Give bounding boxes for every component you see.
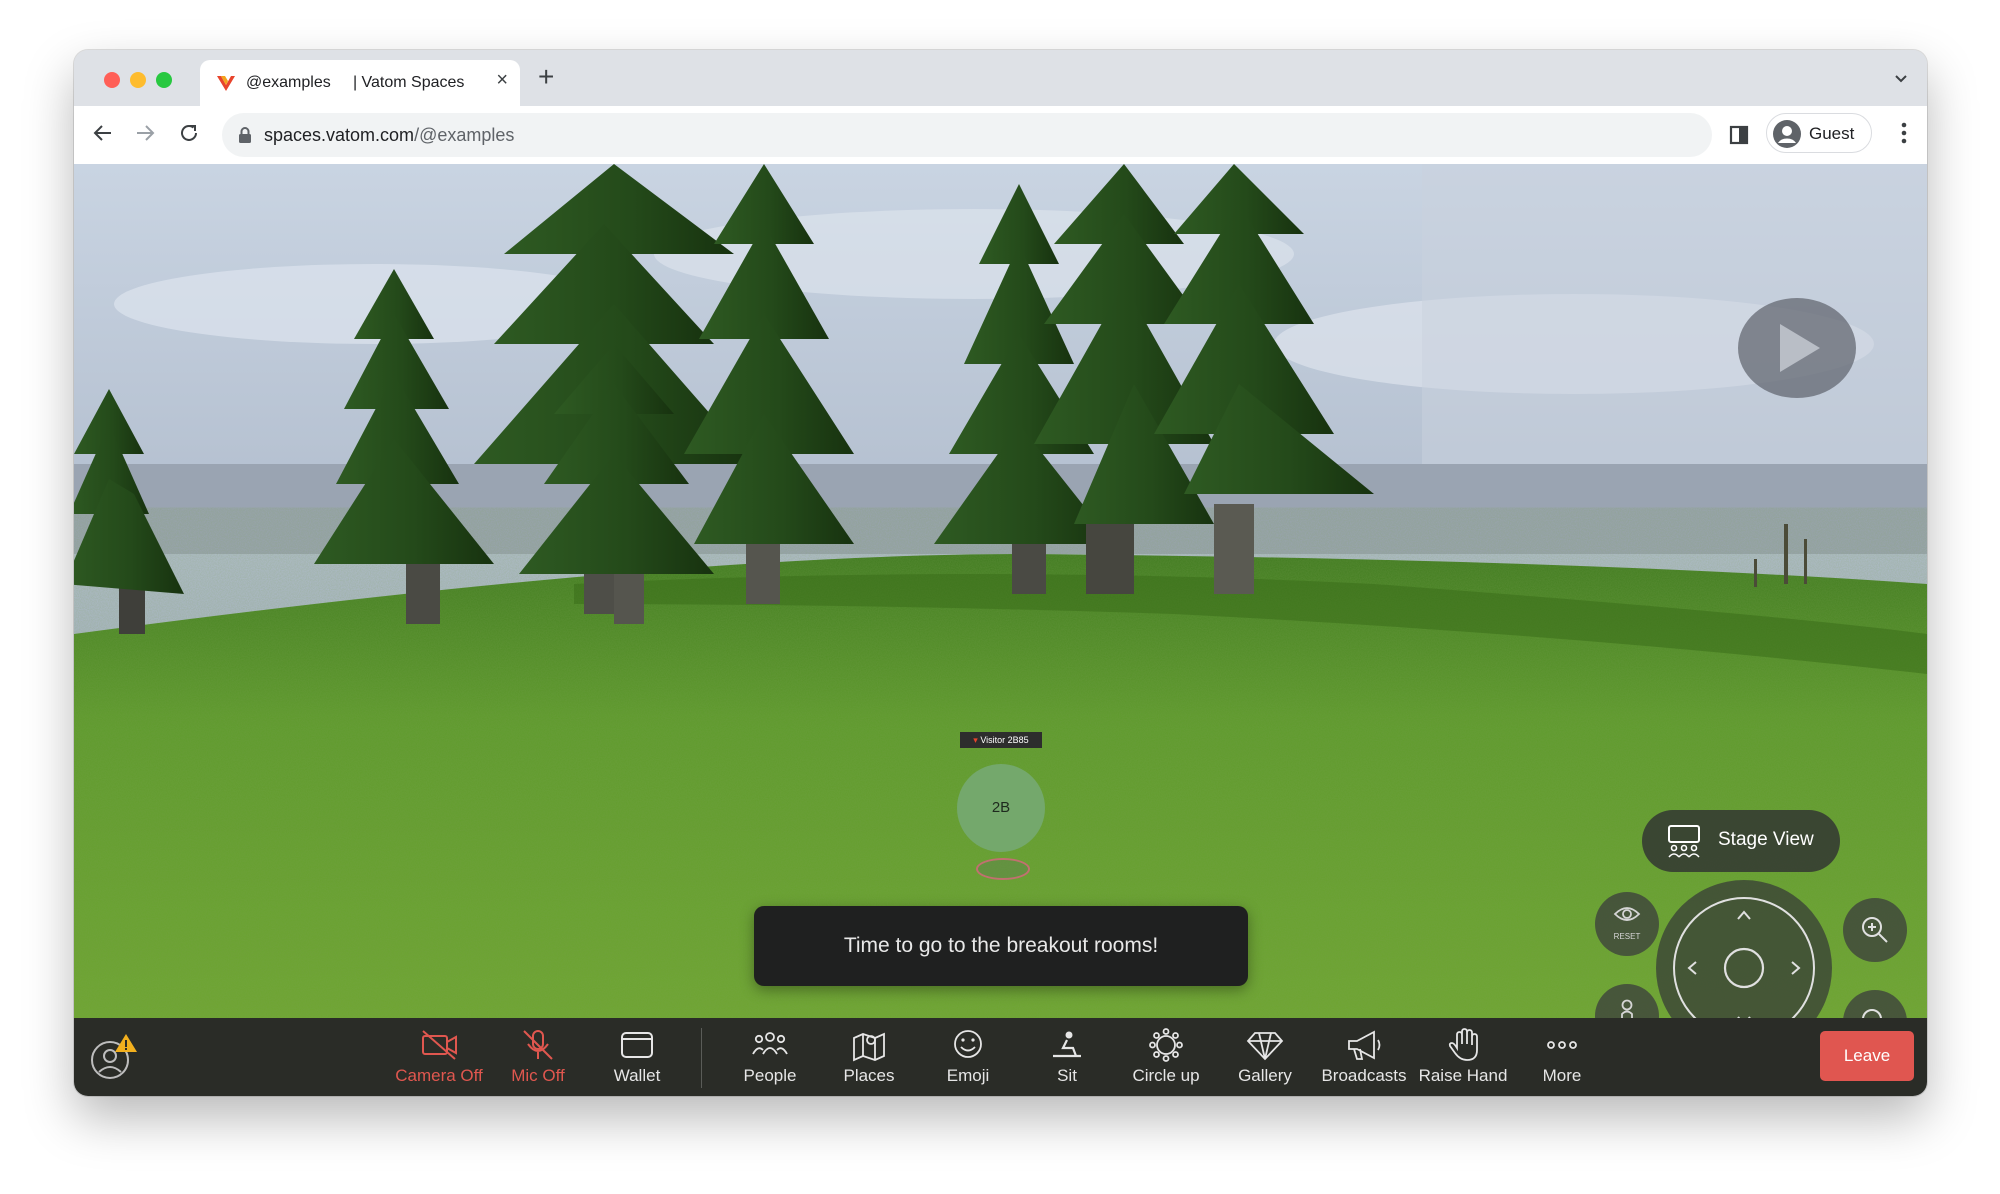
maximize-window-button[interactable] — [156, 72, 172, 88]
lock-icon — [238, 126, 252, 149]
sit-label: Sit — [1057, 1066, 1077, 1085]
emoji-icon — [918, 1028, 1018, 1062]
sit-icon — [1017, 1028, 1117, 1062]
reload-icon[interactable] — [178, 122, 200, 149]
wallet-icon — [587, 1028, 687, 1062]
avatar-position-ring — [976, 858, 1030, 880]
raise-hand-label: Raise Hand — [1418, 1066, 1508, 1085]
mic-off-icon — [488, 1028, 588, 1062]
people-icon — [720, 1028, 820, 1062]
raise-hand-icon — [1413, 1028, 1513, 1062]
play-video-button[interactable] — [1738, 298, 1856, 398]
chevron-down-icon[interactable] — [1893, 70, 1909, 91]
more-label: More — [1542, 1066, 1582, 1085]
chevron-left-icon[interactable] — [1686, 960, 1698, 981]
minimize-window-button[interactable] — [130, 72, 146, 88]
account-warning-icon[interactable] — [90, 1032, 140, 1087]
stage-view-icon — [1666, 824, 1702, 863]
raise-hand-button[interactable]: Raise Hand — [1413, 1028, 1513, 1086]
gallery-label: Gallery — [1238, 1066, 1292, 1085]
eye-reset-icon — [1613, 904, 1641, 931]
new-tab-button[interactable]: + — [538, 63, 554, 91]
browser-toolbar: spaces.vatom.com/@examples Guest — [74, 106, 1927, 165]
places-label: Places — [843, 1066, 895, 1085]
sit-button[interactable]: Sit — [1017, 1028, 1117, 1086]
wallet-label: Wallet — [613, 1066, 661, 1085]
reset-label: RESET — [1613, 932, 1641, 941]
people-button[interactable]: People — [720, 1028, 820, 1086]
mic-off-button[interactable]: Mic Off — [488, 1028, 588, 1086]
tab-strip: @examples | Vatom Spaces × + — [74, 50, 1927, 106]
zoom-in-button[interactable] — [1843, 898, 1907, 962]
tab-vatom-spaces[interactable]: @examples | Vatom Spaces × — [200, 60, 520, 106]
profile-label: Guest — [1809, 124, 1855, 143]
mic-off-label: Mic Off — [511, 1066, 565, 1085]
3d-scene-viewport[interactable]: ▾ Visitor 2B85 2B Time to go to the brea… — [74, 164, 1927, 1018]
bottom-toolbar: Camera Off Mic Off Wallet People Places … — [74, 1018, 1927, 1096]
circle-up-label: Circle up — [1132, 1066, 1200, 1085]
browser-window: @examples | Vatom Spaces × + spaces.vato… — [74, 50, 1927, 1096]
close-tab-icon[interactable]: × — [496, 69, 508, 92]
more-button[interactable]: More — [1512, 1028, 1612, 1086]
profile-avatar-icon — [1773, 120, 1801, 153]
zoom-in-icon — [1860, 915, 1890, 950]
announcement-toast: Time to go to the breakout rooms! — [754, 906, 1248, 986]
camera-off-icon — [389, 1028, 489, 1062]
vatom-favicon-icon — [216, 73, 236, 98]
avatar-nameplate: ▾ Visitor 2B85 — [960, 732, 1042, 748]
camera-off-label: Camera Off — [395, 1066, 483, 1085]
emoji-label: Emoji — [946, 1066, 990, 1085]
zoom-out-icon — [1860, 1007, 1890, 1018]
movement-joystick[interactable] — [1656, 880, 1832, 1018]
camera-off-button[interactable]: Camera Off — [389, 1028, 489, 1086]
side-panel-icon[interactable] — [1728, 124, 1750, 151]
url-text: spaces.vatom.com/@examples — [264, 125, 515, 145]
address-bar[interactable]: spaces.vatom.com/@examples — [222, 113, 1712, 157]
broadcasts-icon — [1314, 1028, 1414, 1062]
emoji-button[interactable]: Emoji — [918, 1028, 1018, 1086]
stage-view-button[interactable]: Stage View — [1642, 810, 1840, 872]
more-icon — [1512, 1028, 1612, 1062]
toolbar-separator — [701, 1028, 702, 1088]
browser-menu-icon[interactable] — [1901, 122, 1907, 149]
person-pin-icon — [1613, 998, 1641, 1018]
back-arrow-icon[interactable] — [92, 122, 114, 149]
gallery-icon — [1215, 1028, 1315, 1062]
leave-button[interactable]: Leave — [1820, 1031, 1914, 1081]
chevron-up-icon[interactable] — [1736, 908, 1752, 926]
forest-scene — [74, 164, 1927, 1018]
wallet-button[interactable]: Wallet — [587, 1028, 687, 1086]
close-window-button[interactable] — [104, 72, 120, 88]
profile-button[interactable]: Guest — [1766, 113, 1872, 153]
broadcasts-label: Broadcasts — [1321, 1066, 1407, 1085]
people-label: People — [743, 1066, 797, 1085]
user-avatar[interactable]: 2B — [957, 764, 1045, 852]
broadcasts-button[interactable]: Broadcasts — [1314, 1028, 1414, 1086]
stage-view-label: Stage View — [1718, 829, 1814, 850]
gallery-button[interactable]: Gallery — [1215, 1028, 1315, 1086]
circle-up-button[interactable]: Circle up — [1116, 1028, 1216, 1086]
circle-up-icon — [1116, 1028, 1216, 1062]
chevron-right-icon[interactable] — [1790, 960, 1802, 981]
forward-arrow-icon[interactable] — [134, 122, 156, 149]
places-icon — [819, 1028, 919, 1062]
places-button[interactable]: Places — [819, 1028, 919, 1086]
reset-view-button[interactable]: RESET — [1595, 892, 1659, 956]
tab-title: @examples | Vatom Spaces — [246, 74, 465, 91]
